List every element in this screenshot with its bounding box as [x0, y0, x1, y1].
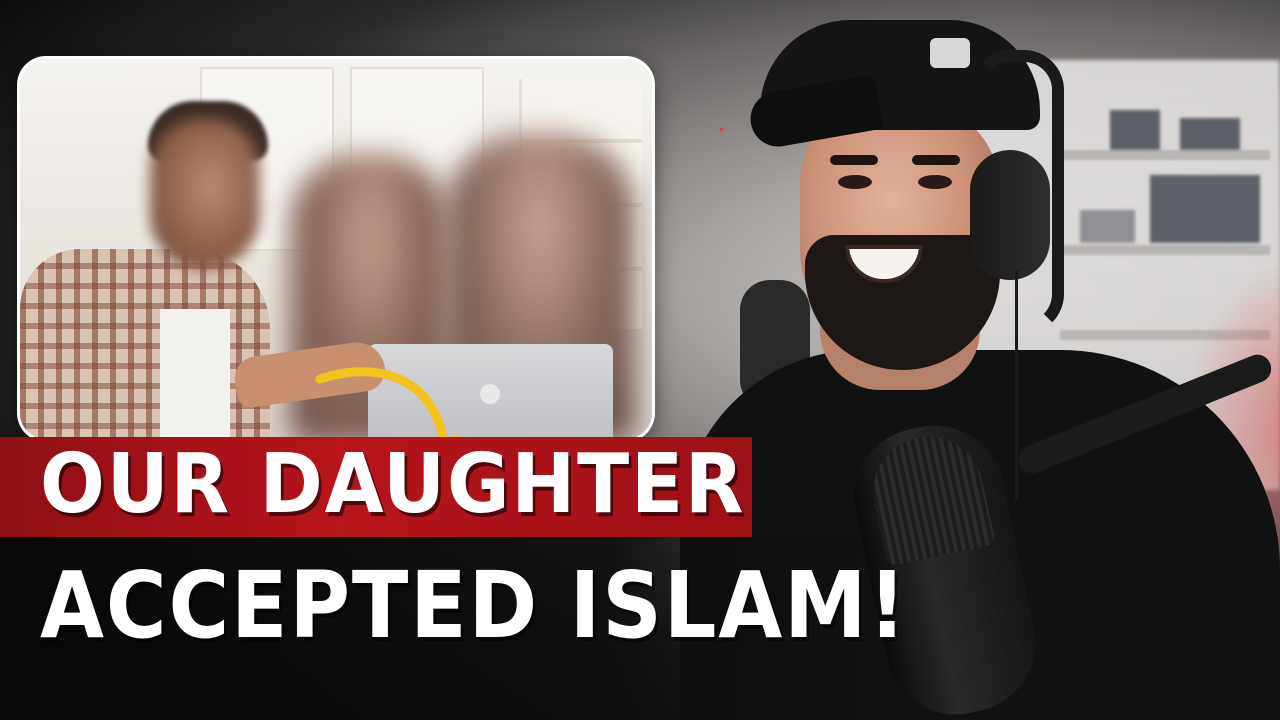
headline-line-2: ACCEPTED ISLAM!: [40, 552, 908, 659]
eyebrow: [830, 155, 878, 165]
cap-logo: [930, 38, 970, 68]
plaid-shirt: [20, 249, 270, 439]
white-tshirt: [160, 309, 230, 439]
eyebrow: [912, 155, 960, 165]
headphone-cable: [1015, 270, 1018, 500]
inset-photo: [20, 59, 652, 439]
headline-line-1: OUR DAUGHTER: [40, 437, 746, 532]
eye: [838, 175, 872, 189]
headphones: [970, 150, 1050, 280]
mic-grill: [863, 426, 996, 567]
red-speck: [652, 228, 655, 231]
curved-arrow-icon: [315, 367, 460, 439]
blurred-face: [150, 119, 260, 269]
eye: [918, 175, 952, 189]
thumbnail: OUR DAUGHTER ACCEPTED ISLAM!: [0, 0, 1280, 720]
